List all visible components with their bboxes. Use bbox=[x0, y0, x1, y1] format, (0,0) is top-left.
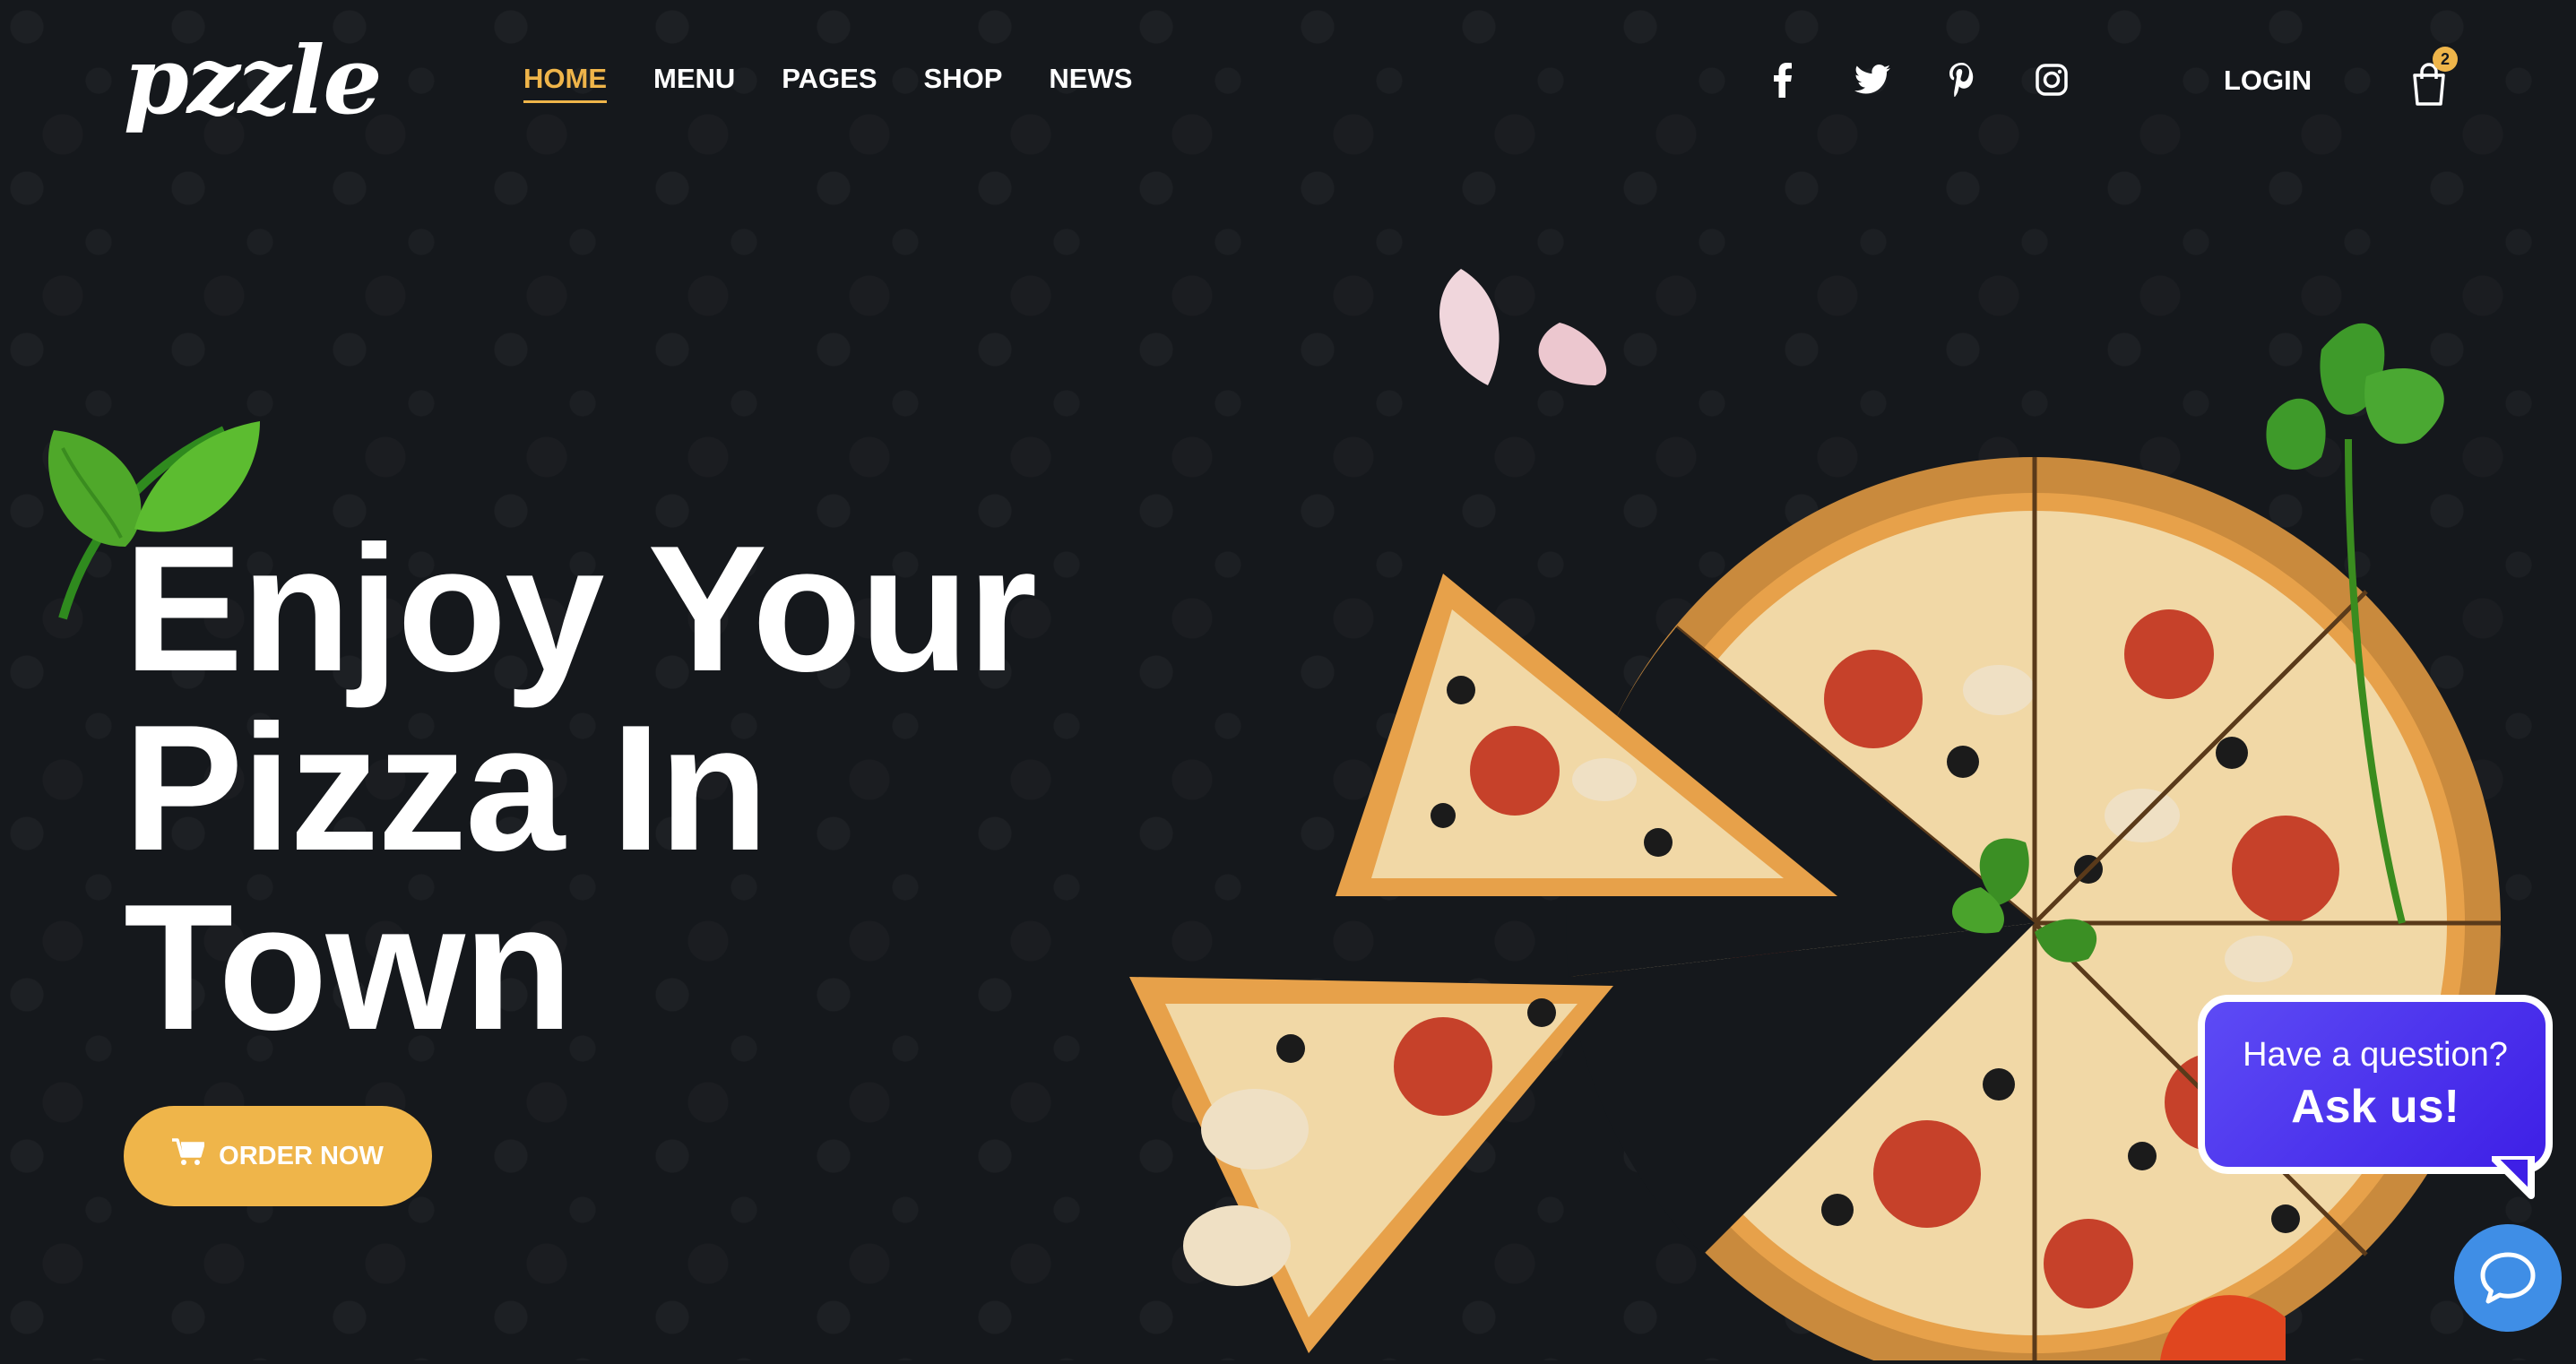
instagram-icon[interactable] bbox=[2033, 61, 2070, 99]
twitter-icon[interactable] bbox=[1854, 61, 1891, 99]
order-now-label: ORDER NOW bbox=[219, 1141, 384, 1170]
headline-line-2: Pizza In bbox=[124, 688, 769, 888]
headline-line-3: Town bbox=[124, 868, 573, 1067]
login-link[interactable]: LOGIN bbox=[2224, 65, 2312, 97]
pizzle-logo[interactable]: pzzle bbox=[124, 25, 419, 142]
cart-icon bbox=[172, 1138, 205, 1174]
pizza-image bbox=[1129, 242, 2528, 1364]
nav-menu[interactable]: MENU bbox=[653, 63, 735, 103]
chat-cta-text: Ask us! bbox=[2291, 1080, 2459, 1133]
social-links bbox=[1764, 61, 2070, 99]
nav-home[interactable]: HOME bbox=[523, 63, 607, 103]
chat-bubble-tail bbox=[2488, 1152, 2537, 1204]
chat-launcher-button[interactable] bbox=[2454, 1224, 2562, 1332]
chat-icon bbox=[2480, 1252, 2536, 1304]
logo-wordmark: pzzle bbox=[124, 25, 383, 135]
headline-line-1: Enjoy Your bbox=[124, 509, 1037, 709]
chat-prompt-bubble[interactable]: Have a question? Ask us! bbox=[2198, 995, 2553, 1174]
main-nav: HOME MENU PAGES SHOP NEWS bbox=[523, 63, 1132, 103]
chat-question-text: Have a question? bbox=[2243, 1035, 2508, 1074]
facebook-icon[interactable] bbox=[1764, 61, 1802, 99]
nav-news[interactable]: NEWS bbox=[1049, 63, 1132, 103]
pinterest-icon[interactable] bbox=[1943, 61, 1981, 99]
hero-headline: Enjoy Your Pizza In Town bbox=[124, 520, 1199, 1058]
cart-count-badge: 2 bbox=[2433, 47, 2458, 72]
nav-pages[interactable]: PAGES bbox=[782, 63, 877, 103]
order-now-button[interactable]: ORDER NOW bbox=[124, 1106, 432, 1206]
nav-shop[interactable]: SHOP bbox=[924, 63, 1003, 103]
